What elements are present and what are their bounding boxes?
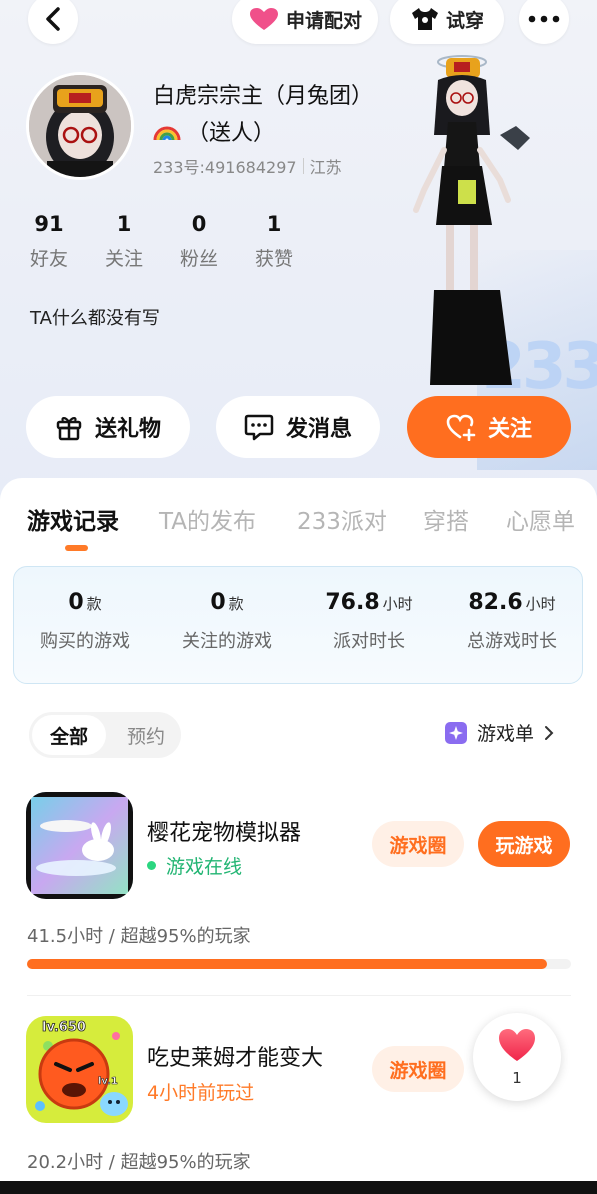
- tab-outfits[interactable]: 穿搭: [423, 502, 469, 536]
- game-status: 游戏在线: [147, 852, 242, 879]
- heart-plus-icon: [446, 414, 476, 441]
- character-model[interactable]: [400, 40, 540, 400]
- stat-likes[interactable]: 1 获赞: [244, 212, 304, 271]
- follow-button[interactable]: 关注: [407, 396, 571, 458]
- stat-value: 1: [116, 212, 132, 236]
- summary-value: 76.8: [325, 590, 380, 615]
- chat-bubble-icon: [244, 414, 274, 441]
- character-figure-image: [413, 55, 530, 385]
- stat-following[interactable]: 1 关注: [94, 212, 154, 271]
- sparkle-icon: [445, 721, 467, 744]
- try-on-button[interactable]: 试穿: [390, 0, 504, 44]
- avatar[interactable]: [26, 72, 134, 180]
- follow-label: 关注: [487, 417, 532, 442]
- summary-value: 82.6: [468, 590, 523, 615]
- profile-uid-row: 233号:491684297 江苏: [153, 154, 342, 178]
- user-id: 233号:491684297: [153, 158, 297, 177]
- slime-game-art: lv.650 lv.1: [26, 1016, 133, 1123]
- send-message-button[interactable]: 发消息: [216, 396, 380, 458]
- game-list-label: 游戏单: [477, 723, 535, 745]
- summary-label: 总游戏时长: [467, 631, 557, 652]
- game-playtime: 41.5小时 / 超越95%的玩家: [27, 926, 251, 947]
- stat-fans[interactable]: 0 粉丝: [169, 212, 229, 271]
- chevron-left-icon: [46, 7, 60, 31]
- send-message-label: 发消息: [285, 417, 352, 442]
- summary-label: 购买的游戏: [40, 631, 130, 652]
- like-count: 1: [512, 1069, 522, 1087]
- slime-level-small: lv.1: [98, 1076, 118, 1087]
- stat-label: 好友: [29, 248, 68, 270]
- playtime-progress-fill: [27, 959, 547, 969]
- tab-game-records[interactable]: 游戏记录: [27, 502, 119, 536]
- play-game-button[interactable]: 玩游戏: [478, 821, 570, 867]
- game-title[interactable]: 樱花宠物模拟器: [147, 815, 301, 847]
- summary-purchased: 0款 购买的游戏: [10, 590, 160, 653]
- summary-label: 派对时长: [333, 631, 405, 652]
- summary-total-time: 82.6 小时 总游戏时长: [437, 590, 587, 653]
- profile-name: 白虎宗宗主（月兔团）: [153, 84, 374, 109]
- game-circle-button[interactable]: 游戏圈: [372, 821, 464, 867]
- game-list-link[interactable]: 游戏单: [445, 719, 554, 746]
- tab-posts[interactable]: TA的发布: [159, 502, 256, 536]
- summary-value: 0: [210, 590, 226, 615]
- summary-unit: 款: [86, 595, 102, 613]
- send-gift-button[interactable]: 送礼物: [26, 396, 190, 458]
- tab-indicator: [65, 545, 88, 551]
- profile-subtitle: （送人）: [187, 121, 276, 146]
- chevron-right-icon: [545, 725, 554, 740]
- summary-party-time: 76.8 小时 派对时长: [294, 590, 444, 653]
- send-gift-label: 送礼物: [94, 417, 161, 442]
- stat-label: 粉丝: [179, 248, 218, 270]
- floating-like-button[interactable]: 1: [473, 1013, 561, 1101]
- avatar-character-image: [29, 75, 131, 177]
- game-circle-button[interactable]: 游戏圈: [372, 1046, 464, 1092]
- stat-label: 获赞: [254, 248, 293, 270]
- summary-value: 0: [68, 590, 84, 615]
- stat-value: 91: [34, 212, 64, 236]
- tab-party[interactable]: 233派对: [297, 502, 387, 536]
- summary-followed: 0款 关注的游戏: [152, 590, 302, 653]
- gift-icon: [56, 417, 82, 441]
- slime-level-big: lv.650: [42, 1020, 86, 1035]
- game-status: 4小时前玩过: [147, 1078, 254, 1105]
- heart-icon: [499, 1029, 535, 1061]
- divider: [302, 158, 304, 174]
- summary-unit: 小时: [382, 595, 413, 613]
- summary-label: 关注的游戏: [182, 631, 272, 652]
- sakura-pet-game-art: [26, 792, 133, 899]
- tab-wishlist[interactable]: 心愿单: [506, 502, 575, 536]
- summary-unit: 小时: [525, 595, 556, 613]
- stat-label: 关注: [104, 248, 143, 270]
- playtime-progress-bar: [27, 959, 571, 969]
- game-filter-segment: 全部 预约: [29, 712, 181, 758]
- screen-bottom-edge: [0, 1181, 597, 1194]
- game-title[interactable]: 吃史莱姆才能变大: [147, 1040, 323, 1072]
- profile-subtitle-row: （送人）: [153, 115, 275, 147]
- game-icon-sakura-pet[interactable]: [26, 792, 133, 899]
- filter-all[interactable]: 全部: [32, 715, 106, 755]
- more-dots-icon: [528, 15, 560, 23]
- apply-pair-button[interactable]: 申请配对: [232, 0, 378, 44]
- tshirt-icon: [411, 8, 438, 30]
- rainbow-icon: [153, 126, 181, 141]
- try-on-label: 试穿: [445, 9, 484, 32]
- stat-friends[interactable]: 91 好友: [19, 212, 79, 271]
- summary-unit: 款: [228, 595, 244, 613]
- stat-value: 1: [266, 212, 282, 236]
- filter-reserve[interactable]: 预约: [116, 712, 176, 758]
- game-playtime: 20.2小时 / 超越95%的玩家: [27, 1152, 251, 1173]
- game-status-text: 4小时前玩过: [147, 1082, 255, 1104]
- stat-value: 0: [191, 212, 207, 236]
- online-dot-icon: [147, 861, 156, 870]
- user-location: 江苏: [309, 158, 342, 177]
- apply-pair-label: 申请配对: [285, 9, 362, 32]
- profile-bio: TA什么都没有写: [30, 308, 160, 329]
- game-icon-slime[interactable]: lv.650 lv.1: [26, 1016, 133, 1123]
- game-status-text: 游戏在线: [166, 856, 243, 878]
- divider: [27, 995, 571, 996]
- heart-icon: [249, 8, 278, 30]
